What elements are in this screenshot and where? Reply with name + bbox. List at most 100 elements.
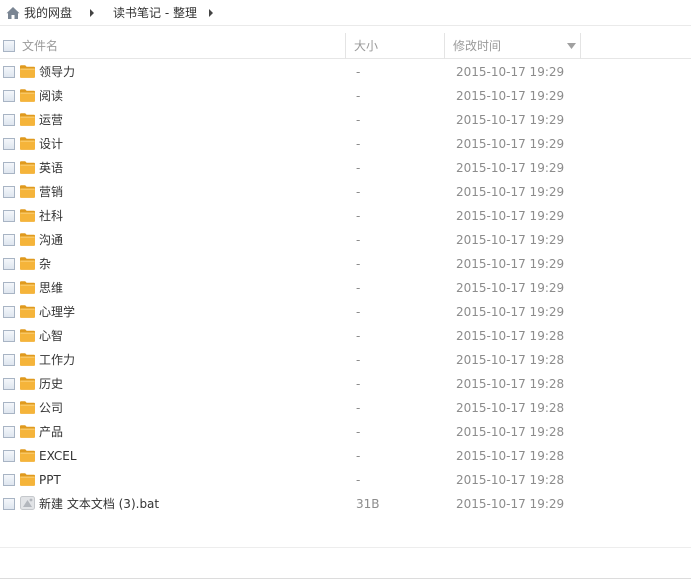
- row-checkbox[interactable]: [3, 330, 15, 342]
- row-checkbox[interactable]: [3, 258, 15, 270]
- file-name[interactable]: 公司: [39, 396, 63, 420]
- file-name[interactable]: PPT: [39, 468, 61, 492]
- file-name[interactable]: 设计: [39, 132, 63, 156]
- file-size: -: [356, 449, 361, 463]
- breadcrumb: 我的网盘 读书笔记 - 整理: [0, 0, 691, 26]
- row-checkbox[interactable]: [3, 306, 15, 318]
- file-name[interactable]: 运营: [39, 108, 63, 132]
- folder-icon: [20, 425, 35, 438]
- file-name[interactable]: 杂: [39, 252, 51, 276]
- file-row[interactable]: 心智 - 2015-10-17 19:28: [0, 324, 691, 348]
- file-size: -: [356, 161, 361, 175]
- file-row[interactable]: 运营 - 2015-10-17 19:29: [0, 108, 691, 132]
- home-icon[interactable]: [5, 5, 21, 21]
- row-checkbox[interactable]: [3, 66, 15, 78]
- file-name[interactable]: 心智: [39, 324, 63, 348]
- file-name[interactable]: 沟通: [39, 228, 63, 252]
- file-row[interactable]: 社科 - 2015-10-17 19:29: [0, 204, 691, 228]
- file-row[interactable]: 营销 - 2015-10-17 19:29: [0, 180, 691, 204]
- file-size: -: [356, 305, 361, 319]
- row-checkbox[interactable]: [3, 402, 15, 414]
- row-checkbox[interactable]: [3, 474, 15, 486]
- file-row[interactable]: 杂 - 2015-10-17 19:29: [0, 252, 691, 276]
- file-size: -: [356, 425, 361, 439]
- file-row[interactable]: 英语 - 2015-10-17 19:29: [0, 156, 691, 180]
- column-header-modified[interactable]: 修改时间: [444, 33, 581, 59]
- file-modified: 2015-10-17 19:28: [456, 425, 565, 439]
- file-modified: 2015-10-17 19:28: [456, 473, 565, 487]
- file-modified: 2015-10-17 19:29: [456, 65, 565, 79]
- file-size: -: [356, 257, 361, 271]
- file-modified: 2015-10-17 19:29: [456, 233, 565, 247]
- file-modified: 2015-10-17 19:29: [456, 497, 565, 511]
- file-name[interactable]: EXCEL: [39, 444, 77, 468]
- row-checkbox[interactable]: [3, 426, 15, 438]
- file-size: -: [356, 401, 361, 415]
- file-row[interactable]: EXCEL - 2015-10-17 19:28: [0, 444, 691, 468]
- file-row[interactable]: 新建 文本文档 (3).bat 31B 2015-10-17 19:29: [0, 492, 691, 516]
- column-header-name[interactable]: 文件名: [0, 33, 345, 59]
- file-row[interactable]: 阅读 - 2015-10-17 19:29: [0, 84, 691, 108]
- file-row[interactable]: 产品 - 2015-10-17 19:28: [0, 420, 691, 444]
- row-checkbox[interactable]: [3, 114, 15, 126]
- file-size: -: [356, 137, 361, 151]
- column-header-modified-label: 修改时间: [453, 39, 502, 53]
- folder-icon: [20, 65, 35, 78]
- file-size: -: [356, 377, 361, 391]
- file-modified: 2015-10-17 19:28: [456, 329, 565, 343]
- breadcrumb-item-root[interactable]: 我的网盘: [24, 4, 72, 21]
- row-checkbox[interactable]: [3, 162, 15, 174]
- file-size: -: [356, 65, 361, 79]
- row-checkbox[interactable]: [3, 186, 15, 198]
- row-checkbox[interactable]: [3, 282, 15, 294]
- row-checkbox[interactable]: [3, 138, 15, 150]
- folder-icon: [20, 257, 35, 270]
- chevron-right-icon[interactable]: [207, 8, 215, 18]
- file-name[interactable]: 英语: [39, 156, 63, 180]
- row-checkbox[interactable]: [3, 234, 15, 246]
- column-header-size[interactable]: 大小: [345, 33, 444, 59]
- file-modified: 2015-10-17 19:29: [456, 281, 565, 295]
- breadcrumb-item-current[interactable]: 读书笔记 - 整理: [113, 4, 197, 21]
- file-browser: 我的网盘 读书笔记 - 整理 文件名 大小 修改时间 领导力 - 2015-10…: [0, 0, 691, 582]
- file-row[interactable]: 历史 - 2015-10-17 19:28: [0, 372, 691, 396]
- file-row[interactable]: 思维 - 2015-10-17 19:29: [0, 276, 691, 300]
- bat-file-icon: [20, 496, 35, 510]
- row-checkbox[interactable]: [3, 210, 15, 222]
- folder-icon: [20, 329, 35, 342]
- file-name[interactable]: 阅读: [39, 84, 63, 108]
- file-row[interactable]: 设计 - 2015-10-17 19:29: [0, 132, 691, 156]
- row-checkbox[interactable]: [3, 354, 15, 366]
- file-list: 领导力 - 2015-10-17 19:29 阅读 - 2015-10-17 1…: [0, 60, 691, 516]
- file-name[interactable]: 心理学: [39, 300, 75, 324]
- file-modified: 2015-10-17 19:29: [456, 209, 565, 223]
- file-name[interactable]: 营销: [39, 180, 63, 204]
- row-checkbox[interactable]: [3, 450, 15, 462]
- file-row[interactable]: 工作力 - 2015-10-17 19:28: [0, 348, 691, 372]
- file-name[interactable]: 产品: [39, 420, 63, 444]
- file-name[interactable]: 历史: [39, 372, 63, 396]
- file-name[interactable]: 新建 文本文档 (3).bat: [39, 492, 159, 516]
- file-size: -: [356, 233, 361, 247]
- file-size: -: [356, 113, 361, 127]
- sort-down-icon[interactable]: [567, 43, 576, 49]
- file-name[interactable]: 工作力: [39, 348, 75, 372]
- folder-icon: [20, 161, 35, 174]
- file-size: -: [356, 329, 361, 343]
- row-checkbox[interactable]: [3, 90, 15, 102]
- file-name[interactable]: 社科: [39, 204, 63, 228]
- file-row[interactable]: 心理学 - 2015-10-17 19:29: [0, 300, 691, 324]
- folder-icon: [20, 353, 35, 366]
- file-name[interactable]: 思维: [39, 276, 63, 300]
- file-row[interactable]: PPT - 2015-10-17 19:28: [0, 468, 691, 492]
- row-checkbox[interactable]: [3, 498, 15, 510]
- file-row[interactable]: 领导力 - 2015-10-17 19:29: [0, 60, 691, 84]
- file-modified: 2015-10-17 19:29: [456, 257, 565, 271]
- file-row[interactable]: 公司 - 2015-10-17 19:28: [0, 396, 691, 420]
- file-modified: 2015-10-17 19:28: [456, 353, 565, 367]
- folder-icon: [20, 113, 35, 126]
- row-checkbox[interactable]: [3, 378, 15, 390]
- chevron-right-icon: [90, 8, 95, 17]
- file-name[interactable]: 领导力: [39, 60, 75, 84]
- file-row[interactable]: 沟通 - 2015-10-17 19:29: [0, 228, 691, 252]
